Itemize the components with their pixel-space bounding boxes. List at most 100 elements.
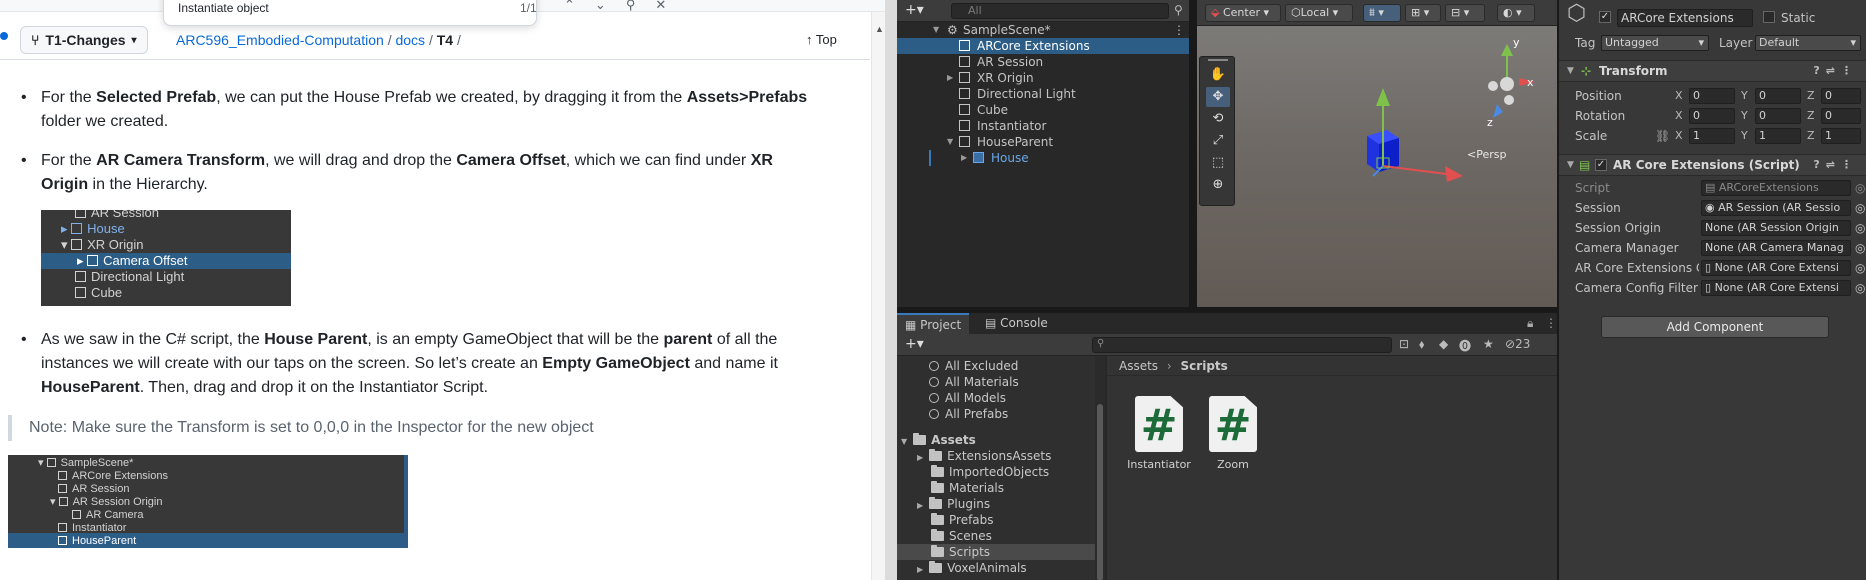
favorite-all-excluded[interactable]: All Excluded bbox=[897, 358, 1095, 374]
gizmos-button[interactable]: ◐ ▾ bbox=[1497, 4, 1535, 22]
position-z[interactable]: 0 bbox=[1821, 88, 1861, 104]
find-prev-icon[interactable]: ⌃ bbox=[564, 0, 575, 13]
active-checkbox[interactable]: ✓ bbox=[1599, 11, 1611, 23]
rotation-y[interactable]: 0 bbox=[1755, 108, 1801, 124]
folder-item[interactable]: Scenes bbox=[897, 528, 1095, 544]
hierarchy-item-arcore-extensions[interactable]: ARCore Extensions bbox=[897, 38, 1189, 54]
breadcrumb-repo[interactable]: ARC596_Embodied-Computation bbox=[176, 32, 384, 48]
hidden-packages-toggle[interactable]: ⊘23 bbox=[1505, 337, 1530, 351]
arcore-config-field[interactable]: ▯ None (AR Core Extensi bbox=[1701, 260, 1851, 276]
folder-tree-scrollbar[interactable] bbox=[1095, 356, 1105, 580]
folder-item[interactable]: Materials bbox=[897, 480, 1095, 496]
hierarchy-search-input[interactable]: All bbox=[951, 3, 1169, 19]
hierarchy-item-ar-session[interactable]: AR Session bbox=[897, 54, 1189, 70]
position-x[interactable]: 0 bbox=[1689, 88, 1735, 104]
folder-item[interactable]: ▶ Plugins bbox=[897, 496, 1095, 512]
find-next-icon[interactable]: ⌄ bbox=[595, 0, 606, 13]
favorite-all-materials[interactable]: All Materials bbox=[897, 374, 1095, 390]
scroll-up-icon[interactable]: ▲ bbox=[875, 24, 884, 34]
hierarchy-item-houseparent[interactable]: ▼ HouseParent bbox=[897, 134, 1189, 150]
object-picker-icon[interactable]: ◎ bbox=[1855, 258, 1865, 278]
window-divider[interactable] bbox=[885, 0, 897, 580]
more-icon[interactable]: ⋮ bbox=[1545, 316, 1557, 330]
object-picker-icon[interactable]: ◎ bbox=[1855, 198, 1865, 218]
snap-increment-button[interactable]: ⊞ ▾ bbox=[1405, 4, 1441, 22]
folder-item[interactable]: ▶ ExtensionsAssets bbox=[897, 448, 1095, 464]
branch-selector[interactable]: ⑂ T1-Changes ▾ bbox=[20, 26, 148, 54]
link-scale-icon[interactable]: ⛓ bbox=[1655, 126, 1670, 146]
script-enabled-checkbox[interactable]: ✓ bbox=[1595, 159, 1607, 171]
rotation-x[interactable]: 0 bbox=[1689, 108, 1735, 124]
hierarchy-item-house[interactable]: ▶ House bbox=[897, 150, 1189, 166]
more-icon[interactable]: ⋮ bbox=[1173, 22, 1185, 38]
tab-project[interactable]: ▦ Project bbox=[897, 313, 970, 334]
search-icon bbox=[929, 393, 939, 403]
assets-root[interactable]: ▼ Assets bbox=[897, 432, 1095, 448]
session-row: Session ◉ AR Session (AR Sessio ◎ bbox=[1559, 198, 1866, 218]
hierarchy-item-instantiator[interactable]: Instantiator bbox=[897, 118, 1189, 134]
object-picker-icon[interactable]: ◎ bbox=[1855, 238, 1865, 258]
breadcrumb-scripts[interactable]: Scripts bbox=[1181, 359, 1228, 373]
session-field[interactable]: ◉ AR Session (AR Sessio bbox=[1701, 200, 1851, 216]
search-icon bbox=[929, 377, 939, 387]
script-component-header[interactable]: ▼ ▤ ✓ AR Core Extensions (Script) ?⇌⋮ bbox=[1559, 154, 1866, 176]
grid-settings-button[interactable]: ⊟ ▾ bbox=[1445, 4, 1485, 22]
hierarchy-item-xr-origin[interactable]: ▶ XR Origin bbox=[897, 70, 1189, 86]
favorite-star-icon[interactable]: ★ bbox=[1483, 337, 1494, 351]
rotation-z[interactable]: 0 bbox=[1821, 108, 1861, 124]
find-pin-icon[interactable]: ⚲ bbox=[626, 0, 636, 13]
favorite-all-prefabs[interactable]: All Prefabs bbox=[897, 406, 1095, 422]
camera-manager-field[interactable]: None (AR Camera Manag bbox=[1701, 240, 1851, 256]
scale-x[interactable]: 1 bbox=[1689, 128, 1735, 144]
folder-item[interactable]: Prefabs bbox=[897, 512, 1095, 528]
tab-console[interactable]: ▤ Console bbox=[977, 313, 1056, 334]
static-checkbox[interactable] bbox=[1763, 11, 1775, 23]
component-menu-icons[interactable]: ?⇌⋮ bbox=[1813, 61, 1858, 81]
pivot-toggle[interactable]: ⬙ Center ▾ bbox=[1205, 4, 1281, 22]
hierarchy-item-samplescene[interactable]: ▼ ⚙ SampleScene* ⋮ bbox=[897, 22, 1189, 38]
script-field: ▤ ARCoreExtensions bbox=[1701, 180, 1851, 196]
search-options-icon[interactable]: ⚲ bbox=[1174, 3, 1183, 17]
create-asset-button[interactable]: +▾ bbox=[905, 336, 924, 352]
search-by-label-icon[interactable]: ⬧ bbox=[1419, 337, 1424, 352]
project-search-input[interactable]: ⚲ bbox=[1092, 337, 1392, 353]
page-scrollbar[interactable]: ▲ bbox=[871, 12, 885, 580]
projection-label[interactable]: <Persp bbox=[1467, 148, 1506, 161]
search-by-type-icon[interactable]: ⊡ bbox=[1399, 337, 1409, 351]
component-menu-icons[interactable]: ?⇌⋮ bbox=[1813, 155, 1858, 175]
hierarchy-item-directional-light[interactable]: Directional Light bbox=[897, 86, 1189, 102]
scale-y[interactable]: 1 bbox=[1755, 128, 1801, 144]
folder-item[interactable]: ImportedObjects bbox=[897, 464, 1095, 480]
breadcrumb-assets[interactable]: Assets bbox=[1119, 359, 1158, 373]
find-input[interactable]: Instantiate object bbox=[178, 1, 269, 15]
folder-item[interactable]: ▶ VoxelAnimals bbox=[897, 560, 1095, 576]
object-picker-icon[interactable]: ◎ bbox=[1855, 218, 1865, 238]
tag-dropdown[interactable]: Untagged ▾ bbox=[1601, 35, 1709, 51]
warning-filter-icon[interactable]: ⓿ bbox=[1459, 337, 1471, 354]
object-name-field[interactable]: ARCore Extensions bbox=[1617, 9, 1753, 27]
space-toggle[interactable]: ⬡Local ▾ bbox=[1285, 4, 1353, 22]
favorite-all-models[interactable]: All Models bbox=[897, 390, 1095, 406]
object-picker-icon[interactable]: ◎ bbox=[1855, 278, 1865, 298]
asset-zoom[interactable]: # Zoom bbox=[1198, 396, 1268, 471]
add-object-button[interactable]: +▾ bbox=[905, 2, 924, 18]
label-icon[interactable]: ◆ bbox=[1439, 337, 1448, 351]
grid-snap-toggle[interactable]: ⩩ ▾ bbox=[1363, 4, 1401, 22]
scale-z[interactable]: 1 bbox=[1821, 128, 1861, 144]
folder-item-selected[interactable]: Scripts bbox=[897, 544, 1095, 560]
scene-viewport[interactable]: ✋ ✥ ⟲ ⤢ ⬚ ⊕ x y z <Persp bbox=[1197, 26, 1557, 307]
add-component-button[interactable]: Add Component bbox=[1601, 316, 1829, 338]
camera-config-filter-field[interactable]: ▯ None (AR Core Extensi bbox=[1701, 280, 1851, 296]
position-y[interactable]: 0 bbox=[1755, 88, 1801, 104]
lock-icon[interactable]: 🔒︎ bbox=[1527, 316, 1533, 331]
hierarchy-item-cube[interactable]: Cube bbox=[897, 102, 1189, 118]
breadcrumb-docs[interactable]: docs bbox=[395, 32, 425, 48]
object-picker-icon: ◎ bbox=[1855, 181, 1866, 195]
find-close-icon[interactable]: ✕ bbox=[655, 0, 666, 13]
top-button[interactable]: ↑ Top bbox=[806, 32, 837, 47]
transform-component-header[interactable]: ▼ ⊹ Transform ?⇌⋮ bbox=[1559, 60, 1866, 82]
session-origin-field[interactable]: None (AR Session Origin bbox=[1701, 220, 1851, 236]
asset-instantiator[interactable]: # Instantiator bbox=[1124, 396, 1194, 471]
list-item: As we saw in the C# script, the House Pa… bbox=[21, 328, 821, 400]
layer-dropdown[interactable]: Default ▾ bbox=[1755, 35, 1861, 51]
